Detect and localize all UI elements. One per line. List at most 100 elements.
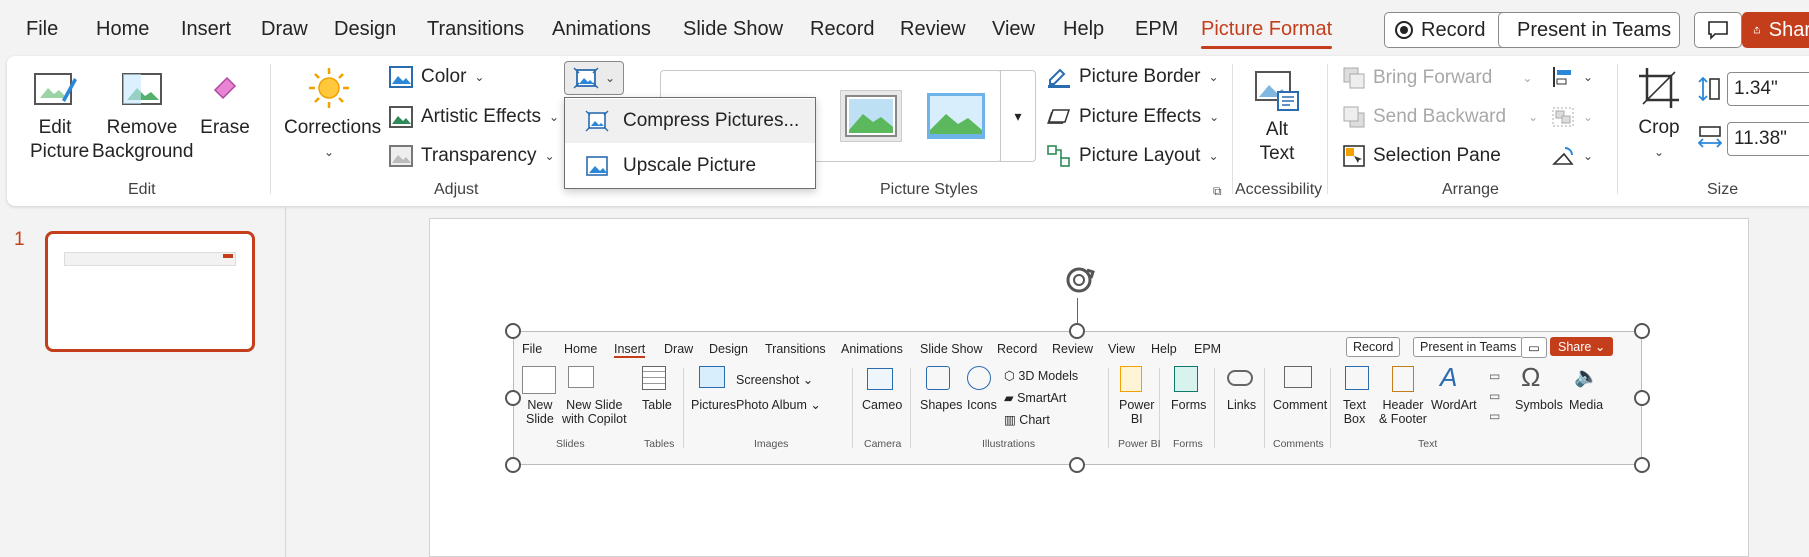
- arrange-group-label: Arrange: [1442, 181, 1499, 198]
- chevron-down-icon: ⌄: [474, 70, 485, 84]
- inner-menu-review: Review: [1052, 342, 1093, 356]
- edit-picture-button[interactable]: Edit Picture: [30, 70, 89, 164]
- picture-style-option[interactable]: [924, 90, 988, 142]
- inner-menu-draw: Draw: [664, 342, 694, 356]
- menu-transitions[interactable]: Transitions: [427, 18, 524, 41]
- resize-handle[interactable]: [1634, 323, 1650, 339]
- inner-separator: [1214, 368, 1215, 448]
- upscale-picture-menu-item[interactable]: Upscale Picture: [565, 144, 815, 188]
- menu-home[interactable]: Home: [96, 18, 149, 41]
- inner-cameo: Cameo: [862, 398, 903, 412]
- inner-menu-transitions: Transitions: [765, 342, 826, 356]
- crop-button[interactable]: Crop ⌄: [1634, 66, 1684, 164]
- picture-style-option[interactable]: [840, 90, 902, 142]
- inner-menu-animations: Animations: [841, 342, 903, 356]
- inner-media: Media: [1569, 398, 1604, 412]
- alt-text-button[interactable]: Alt Text: [1252, 70, 1302, 166]
- menu-review[interactable]: Review: [900, 18, 966, 41]
- inner-links: Links: [1227, 398, 1257, 412]
- menu-animations[interactable]: Animations: [552, 18, 651, 41]
- compress-pictures-dropdown-button[interactable]: ⌄: [564, 61, 624, 95]
- inner-group-slides: Slides: [556, 438, 585, 450]
- color-button[interactable]: Color ⌄: [389, 66, 484, 88]
- inner-share: Share ⌄: [1550, 337, 1614, 356]
- share-icon: [1753, 26, 1760, 34]
- align-icon: [1553, 67, 1571, 87]
- transparency-button[interactable]: Transparency ⌄: [389, 145, 555, 167]
- bring-forward-label: Bring Forward: [1373, 67, 1493, 88]
- menu-slide-show[interactable]: Slide Show: [683, 18, 783, 41]
- rotate-button[interactable]: ⌄: [1551, 145, 1593, 167]
- record-button[interactable]: Record: [1384, 12, 1516, 48]
- inner-chart: ▥ Chart: [1004, 413, 1050, 427]
- chevron-down-icon: ⌄: [1583, 149, 1594, 163]
- comments-button[interactable]: [1694, 12, 1742, 48]
- present-in-teams-button[interactable]: Present in Teams: [1498, 12, 1680, 48]
- resize-handle[interactable]: [1634, 457, 1650, 473]
- inner-menu-insert: Insert: [614, 342, 646, 358]
- inner-comment-icon: ▭: [1521, 337, 1547, 358]
- shape-width-icon: [1697, 126, 1723, 148]
- dialog-launcher-icon[interactable]: ⧉: [1213, 184, 1222, 199]
- inner-group-powerbi: Power BI: [1118, 438, 1161, 450]
- send-backward-button[interactable]: Send Backward ⌄: [1343, 106, 1538, 128]
- picture-layout-button[interactable]: Picture Layout ⌄: [1047, 145, 1219, 167]
- picture-effects-label: Picture Effects: [1079, 106, 1202, 127]
- inner-pictures: Pictures: [691, 398, 737, 412]
- shape-height-input[interactable]: 1.34": [1727, 72, 1809, 106]
- chevron-down-icon: ⌄: [1208, 70, 1219, 84]
- selected-picture[interactable]: File Home Insert Draw Design Transitions…: [513, 331, 1642, 465]
- remove-background-button[interactable]: Remove Background: [92, 70, 193, 164]
- inner-wordart-icon: A: [1440, 362, 1458, 392]
- alt-text-icon: [1255, 71, 1299, 111]
- accessibility-group-label: Accessibility: [1235, 181, 1323, 198]
- compress-pictures-menu-item[interactable]: Compress Pictures...: [565, 99, 815, 143]
- shape-height-icon: [1698, 76, 1720, 102]
- resize-handle[interactable]: [505, 323, 521, 339]
- menu-design[interactable]: Design: [334, 18, 396, 41]
- rotate-icon: [1552, 147, 1574, 165]
- picture-styles-more-button[interactable]: ▾: [1000, 70, 1036, 162]
- bring-forward-button[interactable]: Bring Forward ⌄: [1343, 67, 1532, 89]
- selection-pane-button[interactable]: Selection Pane: [1343, 145, 1501, 167]
- picture-style-thumb-icon: [927, 93, 985, 139]
- share-button[interactable]: Shar: [1742, 12, 1809, 48]
- menu-help[interactable]: Help: [1063, 18, 1104, 41]
- align-button[interactable]: ⌄: [1551, 66, 1593, 88]
- inner-table-icon: [642, 366, 666, 390]
- menu-view[interactable]: View: [992, 18, 1035, 41]
- picture-effects-button[interactable]: Picture Effects ⌄: [1047, 106, 1219, 128]
- inner-powerbi-icon: [1120, 366, 1142, 392]
- menu-file[interactable]: File: [26, 18, 58, 41]
- menu-record[interactable]: Record: [810, 18, 874, 41]
- menu-insert[interactable]: Insert: [181, 18, 231, 41]
- slide-thumbnail[interactable]: [45, 231, 255, 352]
- resize-handle[interactable]: [505, 457, 521, 473]
- menu-draw[interactable]: Draw: [261, 18, 308, 41]
- separator: [1232, 64, 1233, 194]
- inner-3d-models: ⬡ 3D Models: [1004, 369, 1079, 383]
- inner-links-icon: [1227, 370, 1253, 386]
- inner-menu-record: Record: [997, 342, 1038, 356]
- group-objects-button[interactable]: ⌄: [1551, 106, 1593, 128]
- resize-handle[interactable]: [1634, 390, 1650, 406]
- rotate-handle-icon[interactable]: [1060, 262, 1098, 298]
- resize-handle[interactable]: [1069, 457, 1085, 473]
- artistic-effects-icon: [389, 106, 413, 128]
- resize-handle[interactable]: [1069, 323, 1085, 339]
- compress-pictures-icon: [573, 67, 599, 89]
- picture-border-button[interactable]: Picture Border ⌄: [1047, 66, 1219, 88]
- artistic-effects-label: Artistic Effects: [421, 106, 542, 127]
- inner-smartart: ▰ SmartArt: [1004, 391, 1067, 405]
- erase-button[interactable]: Erase: [200, 70, 250, 140]
- shape-width-input[interactable]: 11.38": [1727, 122, 1809, 156]
- corrections-button[interactable]: Corrections ⌄: [284, 66, 381, 164]
- menu-epm[interactable]: EPM: [1135, 18, 1178, 41]
- artistic-effects-button[interactable]: Artistic Effects ⌄: [389, 106, 559, 128]
- resize-handle[interactable]: [505, 390, 521, 406]
- menu-picture-format[interactable]: Picture Format: [1201, 18, 1333, 49]
- inner-separator: [1159, 368, 1160, 448]
- chevron-down-icon: ⌄: [1528, 110, 1539, 124]
- compress-dropdown-menu: Compress Pictures... Upscale Picture: [564, 97, 816, 189]
- chevron-down-icon: ⌄: [323, 145, 335, 159]
